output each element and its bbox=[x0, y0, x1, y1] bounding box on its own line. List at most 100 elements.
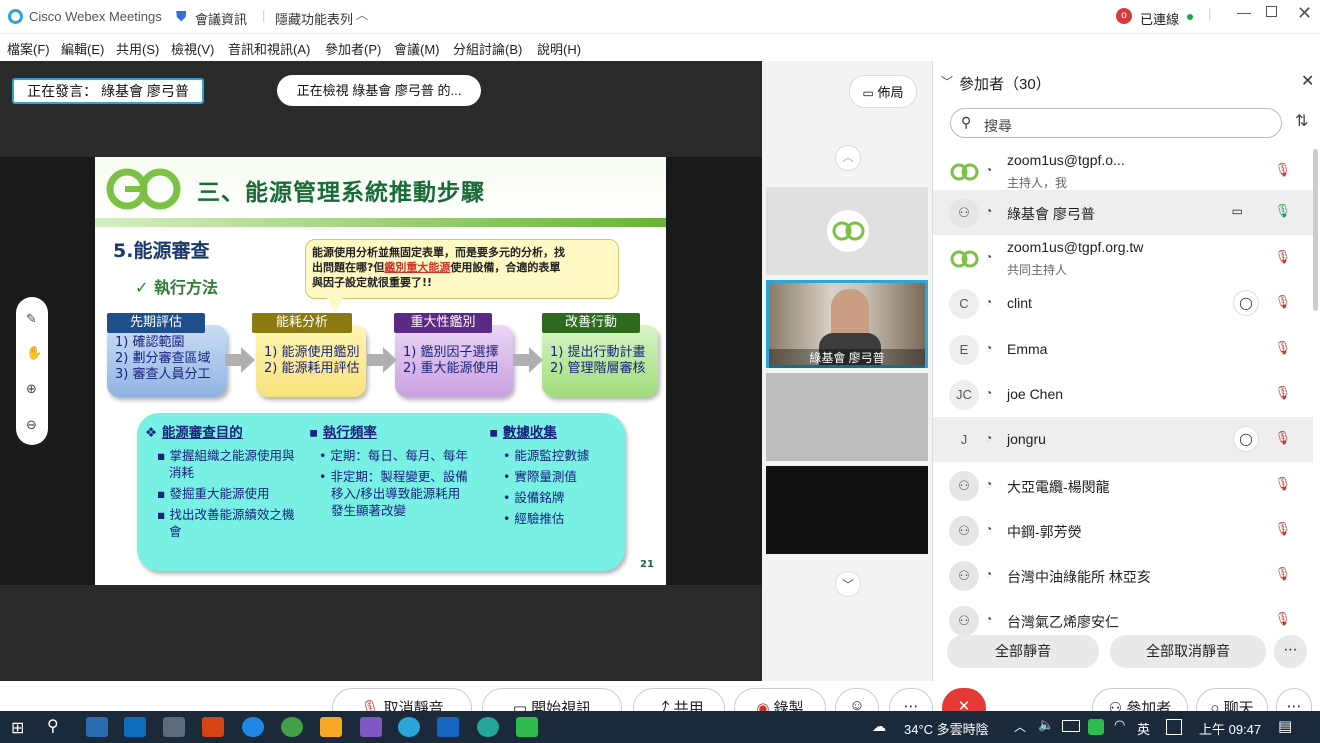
mail-icon[interactable] bbox=[86, 717, 108, 737]
menu-share[interactable]: 共用(S) bbox=[116, 39, 159, 58]
video-tile[interactable] bbox=[766, 466, 928, 554]
mic-muted-icon[interactable]: 🎙 bbox=[1274, 476, 1291, 492]
app-icon[interactable] bbox=[202, 717, 224, 737]
start-video-button[interactable]: ▭ 開始視訊 bbox=[482, 688, 622, 711]
maximize-icon[interactable] bbox=[1266, 6, 1277, 17]
participant-row[interactable]: ◔ zoom1us@tgpf.o... 主持人，我 🎙 bbox=[933, 149, 1313, 194]
ime-indicator[interactable]: 英 bbox=[1137, 719, 1150, 738]
menu-meeting[interactable]: 會議(M) bbox=[394, 39, 440, 58]
participant-name: joe Chen bbox=[1007, 386, 1064, 402]
ime-icon[interactable] bbox=[1166, 719, 1182, 735]
zoom-in-icon[interactable]: ⊕ bbox=[26, 381, 37, 397]
participant-row[interactable]: J ◔ jongru ◯ 🎙 bbox=[933, 417, 1313, 462]
webex-icon[interactable] bbox=[398, 717, 420, 737]
word-icon[interactable] bbox=[437, 717, 459, 737]
chrome-icon[interactable] bbox=[281, 717, 303, 737]
video-tile[interactable] bbox=[766, 373, 928, 461]
scroll-down-button[interactable]: ﹀ bbox=[835, 571, 861, 597]
participant-row[interactable]: JC ◔ joe Chen 🎙 bbox=[933, 372, 1313, 417]
notification-icon[interactable]: ▤ bbox=[1278, 717, 1292, 735]
mic-muted-icon[interactable]: 🎙 bbox=[1274, 340, 1291, 356]
viewing-share-label[interactable]: 正在檢視 綠基會 廖弓普 的... bbox=[277, 75, 481, 106]
unmute-button[interactable]: 🎙 取消靜音 bbox=[332, 688, 472, 711]
info-column-header: 數據收集 bbox=[502, 425, 557, 441]
record-button[interactable]: ◉ 錄製 bbox=[734, 688, 826, 711]
menu-view[interactable]: 檢視(V) bbox=[171, 39, 214, 58]
battery-icon[interactable] bbox=[1062, 720, 1080, 732]
mic-muted-icon[interactable]: 🎙 bbox=[1274, 294, 1291, 310]
menu-breakout[interactable]: 分組討論(B) bbox=[453, 39, 522, 58]
search-box[interactable]: ⚲ 搜尋 bbox=[950, 108, 1282, 138]
app-icon[interactable] bbox=[477, 717, 499, 737]
layout-button[interactable]: ▭ 佈局 bbox=[849, 75, 917, 108]
chat-bubble-icon[interactable]: ◯ bbox=[1233, 426, 1259, 452]
mic-active-icon[interactable]: 🎙 bbox=[1274, 203, 1291, 219]
participant-row[interactable]: ⚇ ◔ 綠基會 廖弓普 ▭ 🎙 bbox=[933, 190, 1313, 235]
chevron-down-icon[interactable]: ﹀ bbox=[941, 73, 953, 90]
wifi-icon[interactable]: ◠ bbox=[1114, 717, 1125, 733]
participant-row[interactable]: ⚇ ◔ 大亞電纜-楊閔龍 🎙 bbox=[933, 463, 1313, 508]
minimize-icon[interactable]: — bbox=[1237, 4, 1251, 20]
step-line: 2) 管理階層審核 bbox=[550, 361, 646, 376]
menu-file[interactable]: 檔案(F) bbox=[7, 39, 50, 58]
app-icon[interactable] bbox=[360, 717, 382, 737]
outlook-icon[interactable] bbox=[124, 717, 146, 737]
chevron-up-icon[interactable]: ︿ bbox=[1014, 718, 1026, 735]
mic-muted-icon[interactable]: 🎙 bbox=[1274, 566, 1291, 582]
leave-button[interactable]: ✕ bbox=[942, 688, 986, 711]
more-options-icon[interactable]: ⋯ bbox=[1274, 635, 1307, 668]
participant-row[interactable]: ◔ zoom1us@tgpf.org.tw 共同主持人 🎙 bbox=[933, 236, 1313, 281]
chat-button[interactable]: ○ 聊天 bbox=[1196, 688, 1268, 711]
mic-muted-icon[interactable]: 🎙 bbox=[1274, 162, 1291, 178]
video-tile[interactable] bbox=[766, 187, 928, 275]
viewing-share-text: 正在檢視 綠基會 廖弓普 的... bbox=[296, 83, 462, 98]
participant-row[interactable]: ⚇ ◔ 台灣中油綠能所 林亞亥 🎙 bbox=[933, 553, 1313, 598]
start-video-label: 開始視訊 bbox=[531, 700, 592, 711]
weather-text[interactable]: 34°C 多雲時陰 bbox=[904, 719, 989, 738]
meeting-info-button[interactable]: 會議資訊 bbox=[195, 9, 247, 28]
calculator-icon[interactable] bbox=[163, 717, 185, 737]
mic-muted-icon[interactable]: 🎙 bbox=[1274, 521, 1291, 537]
more-panels-button[interactable]: ⋯ bbox=[1276, 688, 1312, 711]
participant-row[interactable]: E ◔ Emma 🎙 bbox=[933, 327, 1313, 372]
folder-icon[interactable] bbox=[320, 717, 342, 737]
mic-muted-icon[interactable]: 🎙 bbox=[1274, 385, 1291, 401]
hand-icon[interactable]: ✋ bbox=[26, 345, 42, 361]
volume-icon[interactable]: 🔈 bbox=[1038, 717, 1054, 733]
active-video-tile[interactable]: 綠基會 廖弓普 bbox=[766, 280, 928, 368]
hide-menu-button[interactable]: 隱藏功能表列 bbox=[275, 9, 353, 28]
unmute-all-button[interactable]: 全部取消靜音 bbox=[1110, 635, 1266, 668]
windows-start-icon[interactable]: ⊞ bbox=[11, 718, 24, 738]
close-panel-icon[interactable]: ✕ bbox=[1301, 71, 1314, 91]
close-icon[interactable]: ✕ bbox=[1297, 3, 1312, 24]
pen-icon[interactable]: ✎ bbox=[26, 311, 37, 327]
menu-participants[interactable]: 參加者(P) bbox=[325, 39, 381, 58]
menu-audio-video[interactable]: 音訊和視訊(A) bbox=[228, 39, 310, 58]
mic-muted-icon[interactable]: 🎙 bbox=[1274, 249, 1291, 265]
chevron-up-icon[interactable]: ︿ bbox=[356, 6, 368, 23]
more-button[interactable]: ⋯ bbox=[889, 688, 933, 711]
line-icon[interactable] bbox=[516, 717, 538, 737]
scroll-up-button[interactable]: ︿ bbox=[835, 145, 861, 171]
share-icon: ⤴ bbox=[654, 700, 670, 711]
edge-icon[interactable] bbox=[242, 717, 264, 737]
clock[interactable]: 上午 09:47 bbox=[1199, 719, 1261, 738]
menu-help[interactable]: 說明(H) bbox=[537, 39, 581, 58]
mic-muted-icon[interactable]: 🎙 bbox=[1274, 430, 1291, 446]
zoom-out-icon[interactable]: ⊖ bbox=[26, 417, 37, 433]
chat-bubble-icon[interactable]: ◯ bbox=[1233, 290, 1259, 316]
mute-all-button[interactable]: 全部靜音 bbox=[947, 635, 1099, 668]
menu-edit[interactable]: 編輯(E) bbox=[61, 39, 104, 58]
sort-icon[interactable]: ⇅ bbox=[1295, 111, 1308, 131]
participant-row[interactable]: C ◔ clint ◯ 🎙 bbox=[933, 281, 1313, 326]
line-tray-icon[interactable] bbox=[1088, 719, 1104, 735]
participant-row[interactable]: ⚇ ◔ 中鋼-郭芳熒 🎙 bbox=[933, 508, 1313, 553]
mic-muted-icon[interactable]: 🎙 bbox=[1274, 611, 1291, 627]
share-button[interactable]: ⤴ 共用 bbox=[633, 688, 725, 711]
search-input[interactable]: 搜尋 bbox=[984, 116, 1012, 136]
reactions-button[interactable]: ☺ bbox=[835, 688, 879, 711]
search-icon[interactable]: ⚲ bbox=[47, 716, 59, 736]
step-header: 先期評估 bbox=[107, 313, 205, 333]
participants-button[interactable]: ⚇ 參加者 bbox=[1092, 688, 1188, 711]
scrollbar[interactable] bbox=[1313, 149, 1318, 311]
